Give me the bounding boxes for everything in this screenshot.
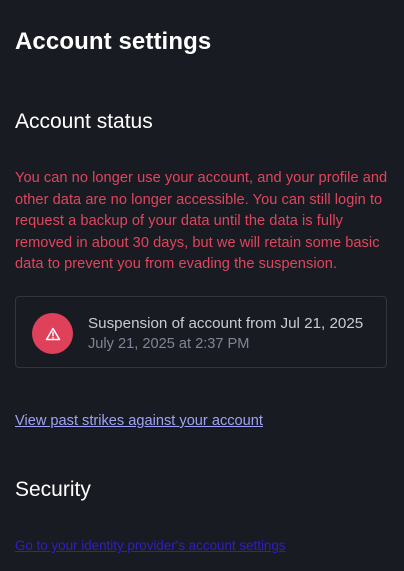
security-heading: Security [15,478,91,501]
suspension-warning-text: You can no longer use your account, and … [15,170,388,273]
account-settings-page: Account settings Account status You can … [0,0,404,571]
past-strikes-link[interactable]: View past strikes against your account [15,413,263,429]
warning-triangle-icon [32,313,73,354]
page-title: Account settings [15,28,212,55]
strike-date: July 21, 2025 at 2:37 PM [88,336,250,352]
strike-card: Suspension of account from Jul 21, 2025 … [15,296,387,368]
account-status-heading: Account status [15,110,153,133]
identity-provider-settings-link[interactable]: Go to your identity provider's account s… [15,538,286,553]
strike-title: Suspension of account from Jul 21, 2025 [88,315,364,332]
